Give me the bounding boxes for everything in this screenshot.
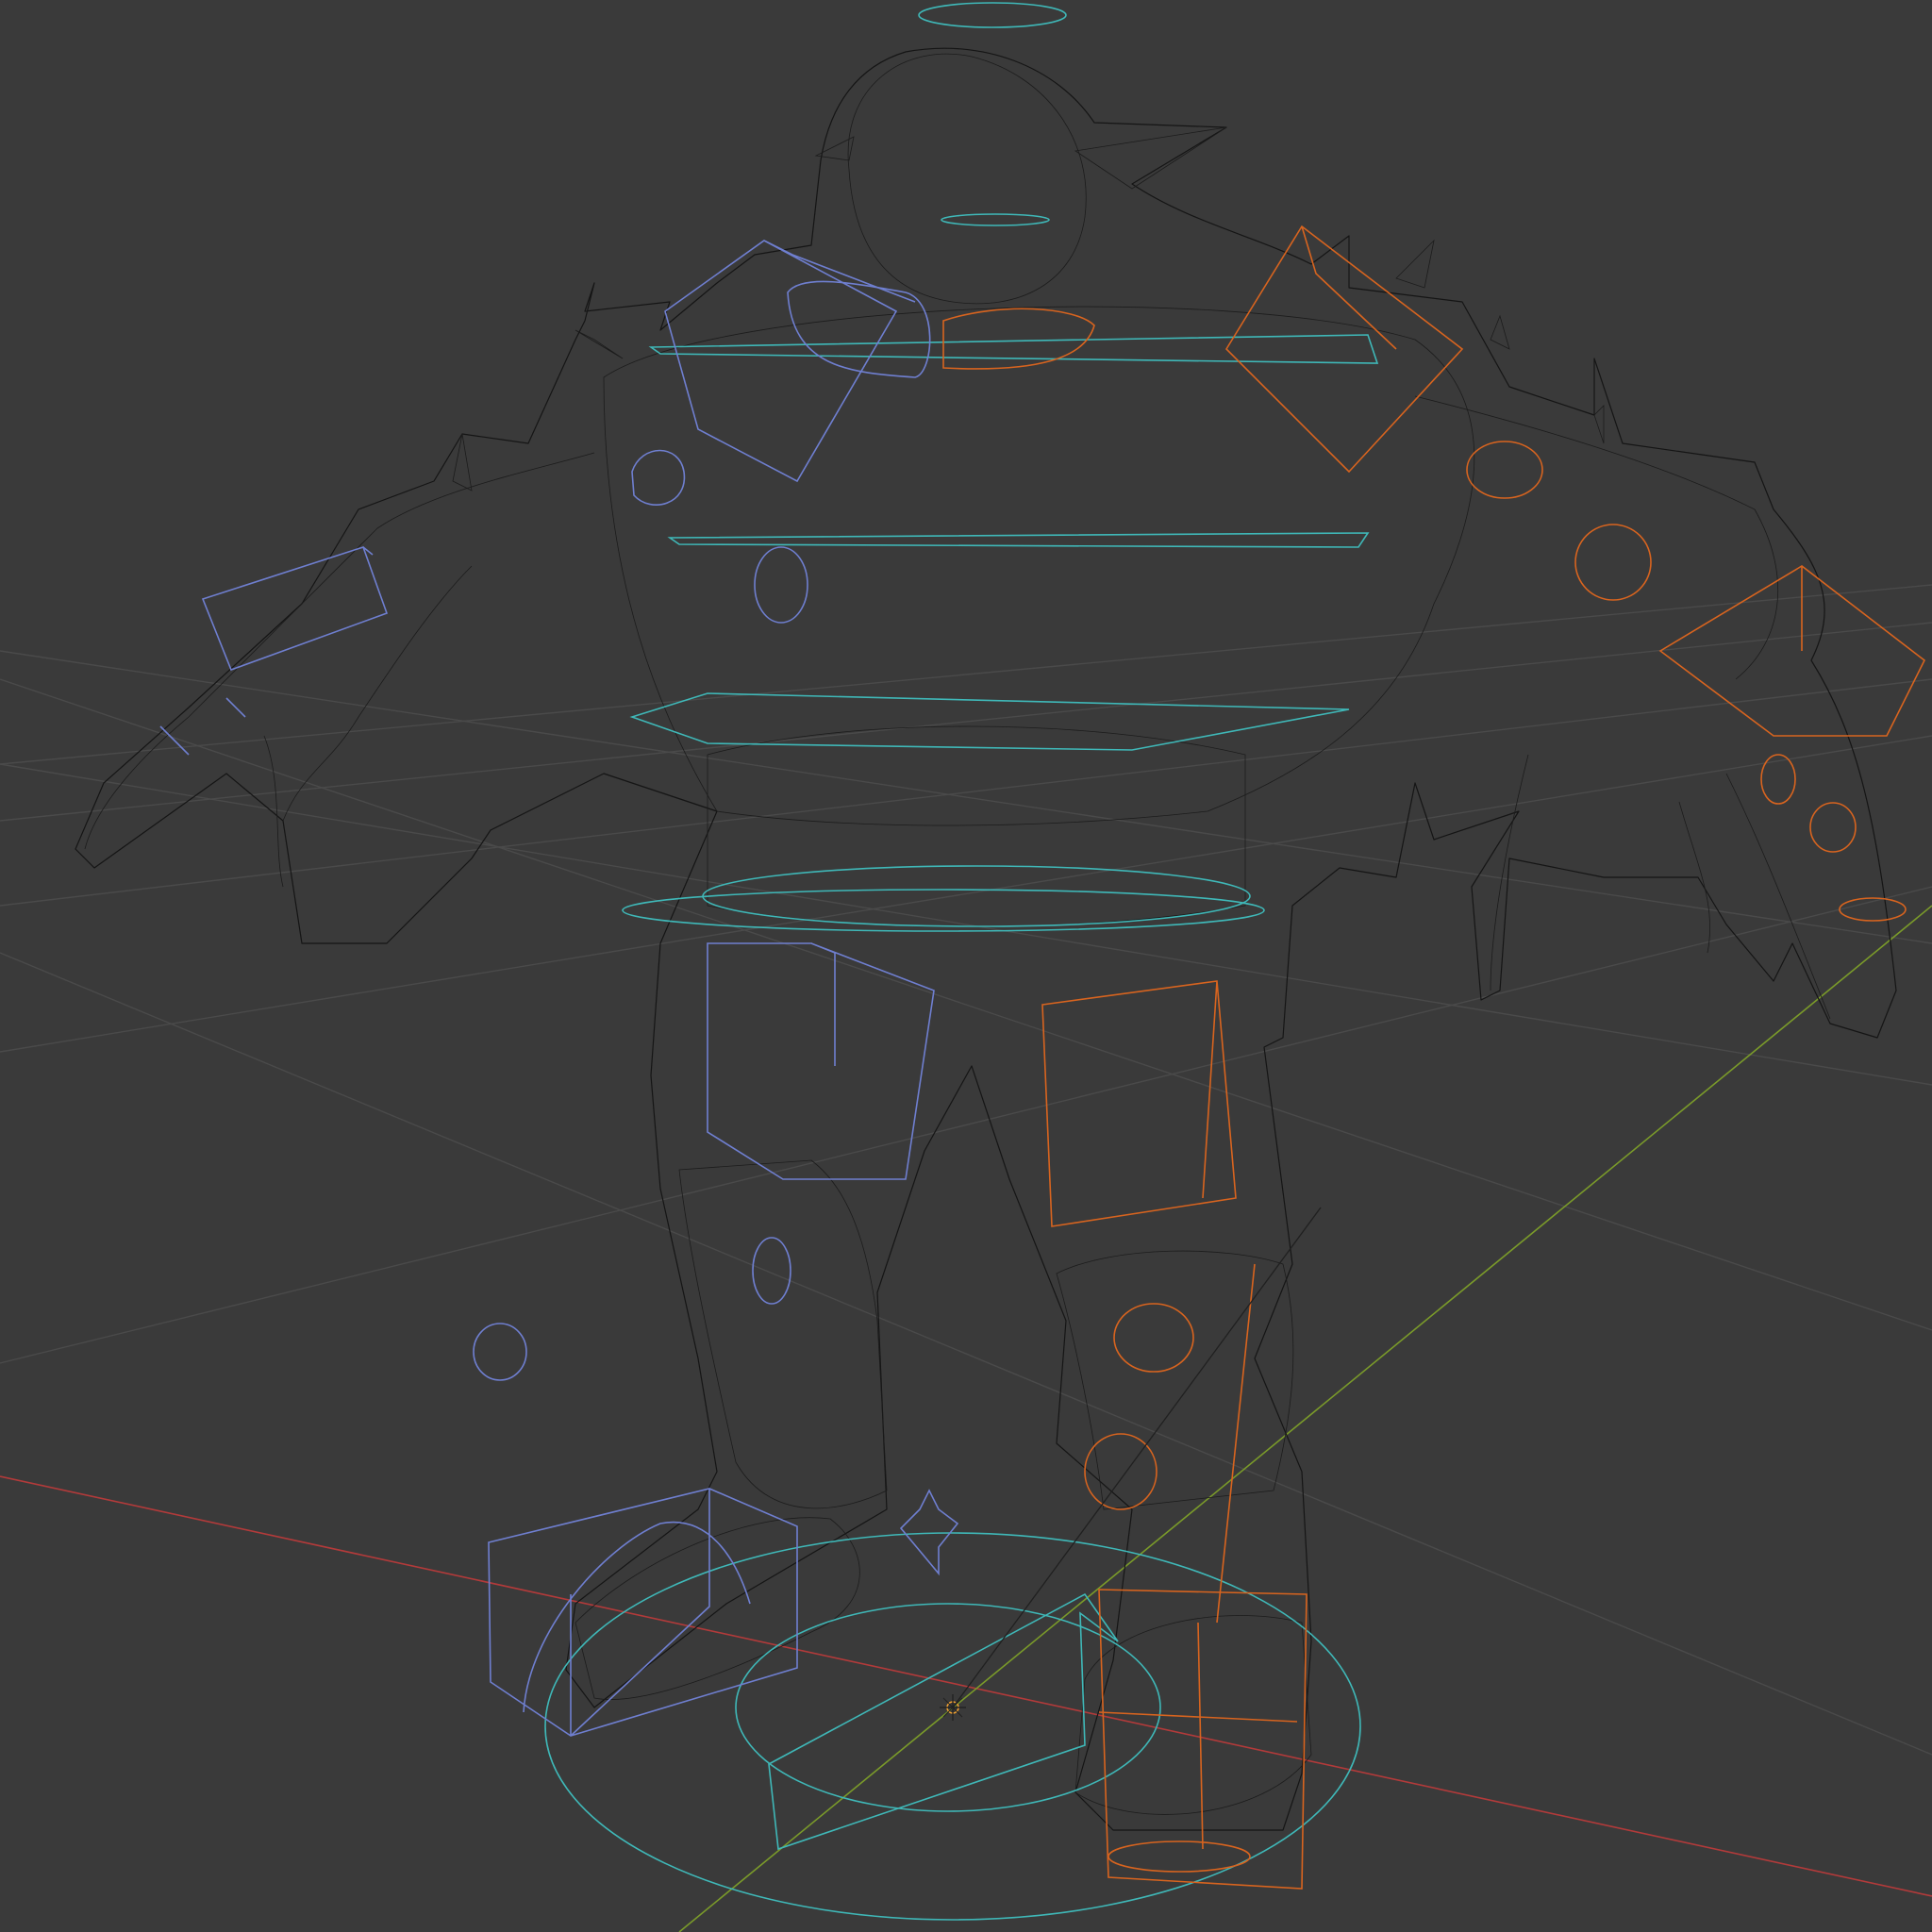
right-knee-ring[interactable] <box>1113 1303 1194 1373</box>
waist-ring[interactable] <box>629 692 1350 751</box>
neck-ring[interactable] <box>941 213 1050 226</box>
left-knee-pole[interactable] <box>473 1323 527 1381</box>
3d-viewport[interactable] <box>0 0 1932 1932</box>
y-axis-line <box>678 905 1932 1932</box>
viewport-scene[interactable] <box>0 0 1932 1932</box>
left-leg-cube[interactable] <box>707 942 935 1180</box>
orange-controls[interactable] <box>942 225 1926 1890</box>
right-elbow-ring[interactable] <box>1466 441 1543 499</box>
left-clavicle-ctrl[interactable] <box>787 280 931 378</box>
root-circle-outer[interactable] <box>544 1532 1361 1921</box>
left-elbow-ring-2[interactable] <box>754 546 808 624</box>
left-hand-cube[interactable] <box>201 545 389 672</box>
hip-ring-outer[interactable] <box>622 889 1265 932</box>
shoulder-ring[interactable] <box>648 334 1379 364</box>
right-leg-cube[interactable] <box>1041 980 1237 1227</box>
right-elbow-ring-2[interactable] <box>1574 524 1652 601</box>
floor-grid <box>0 584 1932 1756</box>
blue-controls[interactable] <box>159 240 959 1737</box>
left-shoulder-cube[interactable] <box>664 240 916 483</box>
right-hand-cube[interactable] <box>1658 565 1926 737</box>
left-foot-roll[interactable] <box>523 1521 751 1713</box>
right-heel-ring[interactable] <box>1108 1840 1251 1873</box>
right-finger-ring-2[interactable] <box>1809 802 1857 853</box>
cyan-controls[interactable] <box>544 2 1379 1921</box>
pivot-gizmo[interactable] <box>899 1489 959 1576</box>
chest-ring[interactable] <box>667 532 1370 548</box>
x-axis-line <box>0 1475 1932 1897</box>
left-knee-ring[interactable] <box>752 1237 791 1305</box>
view-guide-line <box>952 1207 1322 1708</box>
head-ring[interactable] <box>918 2 1067 28</box>
left-elbow-ring[interactable] <box>631 449 686 506</box>
right-finger-ring-1[interactable] <box>1760 754 1796 805</box>
character-mesh[interactable] <box>75 47 1897 1831</box>
